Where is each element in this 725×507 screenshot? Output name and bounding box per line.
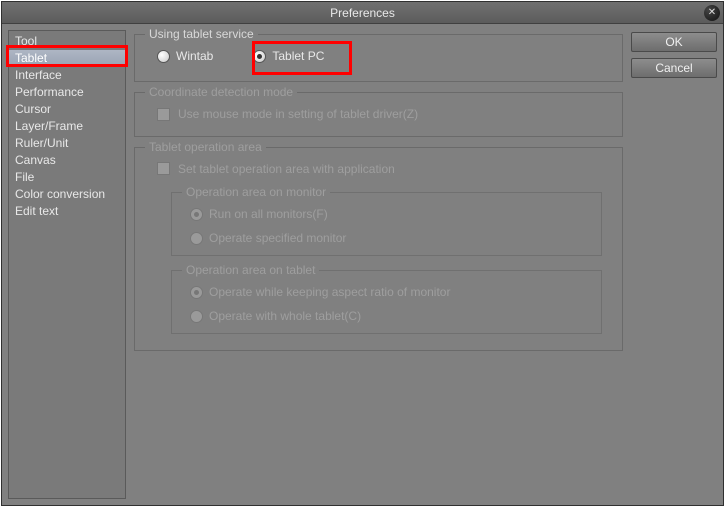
titlebar: Preferences ✕ <box>2 2 723 24</box>
sidebar-item-color-conversion[interactable]: Color conversion <box>9 186 125 203</box>
radio-icon <box>157 50 170 63</box>
sidebar-item-canvas[interactable]: Canvas <box>9 152 125 169</box>
radio-wintab-label: Wintab <box>176 49 213 63</box>
content-area: Using tablet service Wintab Tablet PC Co… <box>134 30 623 499</box>
checkbox-set-operation-area: Set tablet operation area with applicati… <box>147 162 395 176</box>
sidebar-item-tool[interactable]: Tool <box>9 33 125 50</box>
legend-area-monitor: Operation area on monitor <box>182 185 330 199</box>
radio-tabletpc[interactable]: Tablet PC <box>253 49 324 63</box>
category-sidebar: Tool Tablet Interface Performance Cursor… <box>8 30 126 499</box>
radio-keep-aspect-label: Operate while keeping aspect ratio of mo… <box>209 285 450 299</box>
sidebar-item-ruler-unit[interactable]: Ruler/Unit <box>9 135 125 152</box>
radio-icon <box>253 50 266 63</box>
radio-specified-monitor-label: Operate specified monitor <box>209 231 346 245</box>
legend-operation-area: Tablet operation area <box>145 140 266 154</box>
group-coordinate-mode: Coordinate detection mode Use mouse mode… <box>134 92 623 137</box>
cancel-button[interactable]: Cancel <box>631 58 717 78</box>
radio-tabletpc-label: Tablet PC <box>272 49 324 63</box>
sidebar-item-layer-frame[interactable]: Layer/Frame <box>9 118 125 135</box>
sidebar-item-tablet[interactable]: Tablet <box>9 50 125 67</box>
ok-button[interactable]: OK <box>631 32 717 52</box>
radio-specified-monitor: Operate specified monitor <box>190 231 589 245</box>
checkbox-set-operation-area-label: Set tablet operation area with applicati… <box>178 162 395 176</box>
radio-wintab[interactable]: Wintab <box>157 49 213 63</box>
legend-coordinate-mode: Coordinate detection mode <box>145 85 297 99</box>
legend-tablet-service: Using tablet service <box>145 27 258 41</box>
checkbox-icon <box>157 108 170 121</box>
legend-area-tablet: Operation area on tablet <box>182 263 319 277</box>
window-title: Preferences <box>330 6 395 20</box>
radio-whole-tablet-label: Operate with whole tablet(C) <box>209 309 361 323</box>
checkbox-icon <box>157 162 170 175</box>
sidebar-item-cursor[interactable]: Cursor <box>9 101 125 118</box>
group-area-monitor: Operation area on monitor Run on all mon… <box>171 192 602 256</box>
radio-icon <box>190 208 203 221</box>
radio-icon <box>190 232 203 245</box>
radio-icon <box>190 310 203 323</box>
sidebar-item-interface[interactable]: Interface <box>9 67 125 84</box>
radio-all-monitors-label: Run on all monitors(F) <box>209 207 328 221</box>
dialog-buttons: OK Cancel <box>631 30 717 499</box>
group-area-tablet: Operation area on tablet Operate while k… <box>171 270 602 334</box>
close-icon[interactable]: ✕ <box>704 5 720 21</box>
radio-all-monitors: Run on all monitors(F) <box>190 207 589 221</box>
radio-whole-tablet: Operate with whole tablet(C) <box>190 309 589 323</box>
preferences-window: Preferences ✕ Tool Tablet Interface Perf… <box>1 1 724 506</box>
sidebar-item-performance[interactable]: Performance <box>9 84 125 101</box>
radio-keep-aspect: Operate while keeping aspect ratio of mo… <box>190 285 589 299</box>
group-operation-area: Tablet operation area Set tablet operati… <box>134 147 623 352</box>
group-tablet-service: Using tablet service Wintab Tablet PC <box>134 34 623 82</box>
sidebar-item-file[interactable]: File <box>9 169 125 186</box>
checkbox-mouse-mode: Use mouse mode in setting of tablet driv… <box>147 107 418 121</box>
checkbox-mouse-mode-label: Use mouse mode in setting of tablet driv… <box>178 107 418 121</box>
radio-icon <box>190 286 203 299</box>
sidebar-item-edit-text[interactable]: Edit text <box>9 203 125 220</box>
